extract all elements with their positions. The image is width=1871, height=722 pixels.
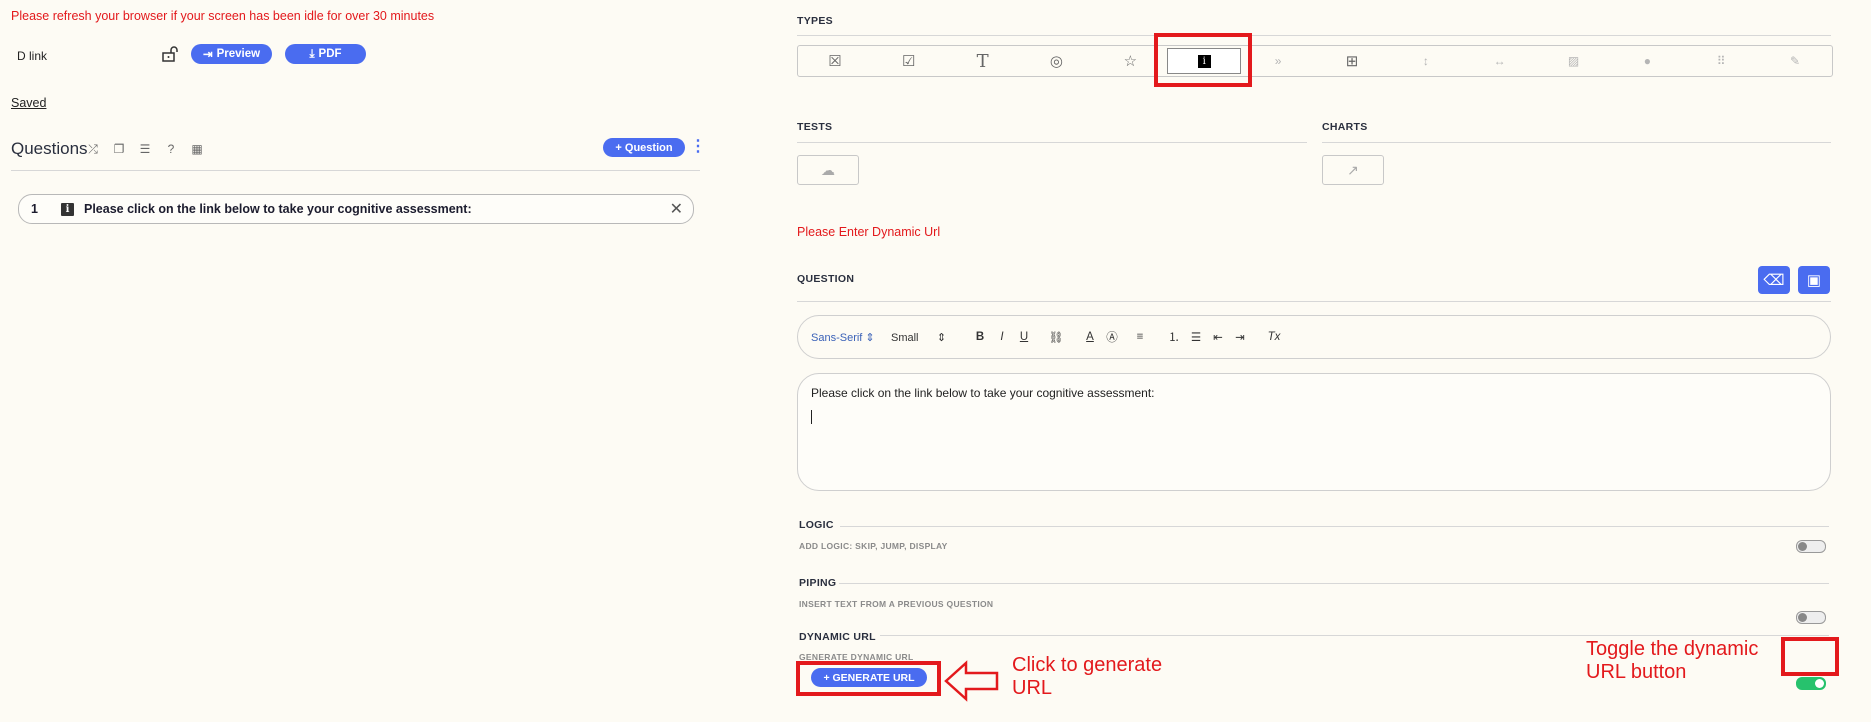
indent-icon[interactable]: ⇥: [1229, 330, 1251, 344]
clock-icon[interactable]: ●: [1610, 46, 1684, 76]
underline-icon[interactable]: U: [1013, 331, 1035, 343]
survey-name: D link: [17, 49, 48, 63]
divider: [1322, 142, 1831, 143]
eraser-icon: ⌫: [1763, 272, 1785, 289]
checkbox-x-icon[interactable]: ☒: [798, 46, 872, 76]
edit-icon[interactable]: ✎: [1758, 46, 1832, 76]
size-value: Small: [891, 331, 919, 344]
divider: [880, 635, 1829, 636]
bullet-list-icon[interactable]: ☰: [1185, 330, 1207, 344]
preview-button[interactable]: ⇥ Preview: [191, 44, 272, 64]
dynamic-url-toggle[interactable]: [1796, 677, 1826, 690]
font-value: Sans-Serif: [811, 331, 863, 344]
grid-icon[interactable]: ⠿: [1684, 46, 1758, 76]
copy-icon[interactable]: ❐: [111, 141, 127, 157]
dynamic-url-label: DYNAMIC URL: [799, 631, 876, 643]
saved-status[interactable]: Saved: [11, 96, 46, 110]
shuffle-icon[interactable]: ⤮: [85, 141, 101, 157]
size-select[interactable]: Small ⇕: [891, 331, 969, 344]
piping-description: INSERT TEXT FROM A PREVIOUS QUESTION: [799, 599, 994, 609]
highlight-info-type: [1154, 33, 1252, 87]
logic-label: LOGIC: [799, 519, 834, 531]
pdf-label: PDF: [318, 48, 342, 60]
text-color-icon[interactable]: A: [1079, 331, 1101, 343]
logic-toggle[interactable]: [1796, 540, 1826, 553]
vertical-arrows-icon[interactable]: ↕: [1389, 46, 1463, 76]
pdf-button[interactable]: ⤓ PDF: [285, 44, 366, 64]
bold-icon[interactable]: B: [969, 331, 991, 343]
more-options-icon[interactable]: ⋮: [690, 138, 706, 156]
download-icon: ⤓: [309, 47, 315, 60]
question-types-bar: ☒ ☑ T ◎ ☆ i » ⊞ ↕ ↔ ▨ ● ⠿ ✎: [797, 45, 1833, 77]
font-select[interactable]: Sans-Serif ⇕: [811, 331, 891, 344]
preview-icon: ⇥: [202, 49, 213, 61]
link-icon[interactable]: ⛓: [1045, 330, 1067, 344]
italic-icon[interactable]: I: [991, 331, 1013, 343]
arrow-left-icon: [944, 660, 1000, 707]
image-upload-icon: ▣: [1806, 272, 1822, 289]
chevron-double-down-icon[interactable]: »: [1241, 46, 1315, 76]
list-icon[interactable]: ☰: [137, 141, 153, 157]
divider: [797, 35, 1831, 36]
annotation-toggle: Toggle the dynamic URL button: [1586, 638, 1759, 683]
info-icon: i: [61, 202, 74, 216]
questions-toolbar: ⤮ ❐ ☰ ? ▦: [85, 141, 205, 157]
add-question-button[interactable]: + Question: [603, 138, 685, 157]
divider: [797, 301, 1831, 302]
checkbox-icon[interactable]: ☑: [872, 46, 946, 76]
editor-text: Please click on the link below to take y…: [811, 386, 1155, 400]
question-editor[interactable]: Please click on the link below to take y…: [797, 373, 1831, 491]
chart-button[interactable]: ↗: [1322, 155, 1384, 185]
logic-description: ADD LOGIC: SKIP, JUMP, DISPLAY: [799, 541, 948, 551]
image-icon[interactable]: ▨: [1537, 46, 1611, 76]
help-icon[interactable]: ?: [163, 141, 179, 157]
annotation-generate: Click to generate URL: [1012, 654, 1163, 699]
editor-toolbar: Sans-Serif ⇕ Small ⇕ B I U ⛓ A Ⓐ ≡ ⒈ ☰ ⇤…: [797, 315, 1831, 359]
question-text: Please click on the link below to take y…: [84, 202, 472, 216]
brain-test-button[interactable]: ☁: [797, 155, 859, 185]
text-icon[interactable]: T: [946, 46, 1020, 76]
types-label: TYPES: [797, 15, 833, 27]
close-icon[interactable]: ✕: [670, 199, 683, 219]
questions-title: Questions: [11, 139, 88, 158]
question-list-item[interactable]: 1 i Please click on the link below to ta…: [18, 194, 694, 224]
piping-toggle[interactable]: [1796, 611, 1826, 624]
text-caret: [811, 410, 812, 424]
divider: [11, 170, 700, 171]
charts-label: CHARTS: [1322, 121, 1368, 133]
preview-label: Preview: [216, 48, 261, 60]
divider: [839, 583, 1829, 584]
clear-format-icon[interactable]: Tx: [1263, 331, 1285, 343]
piping-label: PIPING: [799, 577, 837, 589]
divider: [797, 142, 1307, 143]
horizontal-arrows-icon[interactable]: ↔: [1463, 46, 1537, 76]
dynamic-url-warning: Please Enter Dynamic Url: [797, 225, 941, 239]
layout-icon[interactable]: ⊞: [1315, 46, 1389, 76]
idle-warning: Please refresh your browser if your scre…: [11, 9, 435, 23]
highlight-dynamic-toggle: [1781, 637, 1839, 676]
brain-icon: ☁: [821, 161, 835, 178]
eraser-button[interactable]: ⌫: [1758, 266, 1790, 294]
lock-open-icon[interactable]: [161, 45, 179, 63]
calendar-icon[interactable]: ▦: [189, 141, 205, 157]
image-upload-button[interactable]: ▣: [1798, 266, 1830, 294]
tests-label: TESTS: [797, 121, 833, 133]
highlight-icon[interactable]: Ⓐ: [1101, 329, 1123, 345]
divider: [840, 526, 1829, 527]
highlight-generate-url: [796, 661, 941, 696]
question-label: QUESTION: [797, 273, 855, 285]
camera-icon[interactable]: ◎: [1020, 46, 1094, 76]
line-chart-icon: ↗: [1347, 161, 1359, 178]
ordered-list-icon[interactable]: ⒈: [1163, 329, 1185, 345]
outdent-icon[interactable]: ⇤: [1207, 330, 1229, 344]
question-number: 1: [31, 202, 38, 216]
align-icon[interactable]: ≡: [1129, 331, 1151, 343]
